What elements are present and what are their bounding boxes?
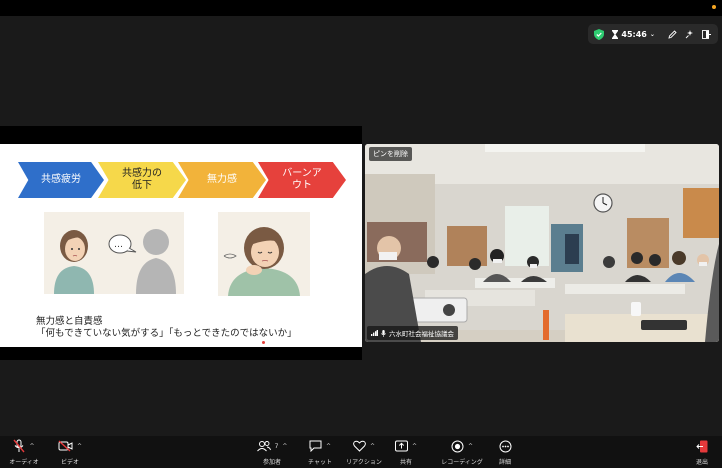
listening-woman-illustration: … (44, 212, 184, 294)
participants-count: 7 (274, 442, 279, 450)
sparkle-icon[interactable] (684, 27, 694, 41)
step-burnout: バーンア ウト (258, 162, 346, 198)
meeting-info-bar: 45:46 ⌄ (588, 24, 718, 44)
recording-label: レコーディング (441, 459, 483, 466)
unpin-button[interactable]: ピンを削除 (369, 147, 412, 161)
mic-muted-icon (13, 439, 26, 453)
signal-icon (371, 330, 378, 336)
step-helplessness: 無力感 (178, 162, 266, 198)
leave-button[interactable]: 退出 (680, 438, 722, 466)
chat-button[interactable]: ^ チャット (298, 438, 342, 466)
reaction-label: リアクション (346, 459, 382, 466)
record-icon (451, 440, 464, 452)
share-options-caret-icon[interactable]: ^ (412, 443, 417, 450)
participant-name: 六水町社会福祉協議会 (389, 330, 454, 338)
participant-name-tag: 六水町社会福祉協議会 (367, 326, 458, 340)
audio-label: オーディオ (9, 459, 39, 466)
step-burnout-label: バーンア ウト (282, 168, 322, 191)
chat-icon (309, 440, 322, 452)
details-button[interactable]: 詳細 (483, 438, 527, 466)
audio-button[interactable]: ^ オーディオ (2, 438, 46, 466)
shield-check-icon[interactable] (594, 27, 605, 41)
camera-off-icon (58, 440, 73, 452)
more-icon (499, 440, 511, 452)
leave-label: 退出 (695, 459, 708, 466)
chat-label: チャット (308, 459, 332, 466)
video-button[interactable]: ^ ビデオ (48, 438, 92, 466)
leave-icon (696, 440, 708, 452)
exhausted-woman-illustration (218, 212, 310, 296)
hourglass-icon (612, 29, 619, 39)
video-options-caret-icon[interactable]: ^ (77, 443, 82, 450)
pointer-dot (262, 341, 265, 344)
reaction-button[interactable]: ^ リアクション (342, 438, 386, 466)
chat-options-caret-icon[interactable]: ^ (326, 443, 331, 450)
share-label: 共有 (399, 459, 412, 466)
exit-panel-icon[interactable] (702, 27, 712, 41)
shared-screen: 共感疲労 共感力の 低下 無力感 バーンア ウト … 無力感と自責感 「何もでき… (0, 126, 362, 360)
mic-icon (381, 329, 386, 337)
participants-options-caret-icon[interactable]: ^ (282, 443, 287, 450)
participants-icon (256, 441, 271, 452)
timer-text: 45:46 (621, 29, 647, 39)
video-frame (365, 144, 719, 342)
reaction-options-caret-icon[interactable]: ^ (370, 443, 375, 450)
share-button[interactable]: ^ 共有 (384, 438, 428, 466)
step-empathy-fatigue: 共感疲労 (18, 162, 104, 198)
details-label: 詳細 (498, 459, 511, 466)
pencil-icon[interactable] (667, 27, 677, 41)
status-dot (712, 5, 716, 9)
slide-caption-quote: 「何もできていない気がする」「もっとできたのではないか」 (36, 328, 297, 339)
chevron-down-icon: ⌄ (649, 30, 655, 38)
recording-options-caret-icon[interactable]: ^ (468, 443, 473, 450)
participants-button[interactable]: 7 ^ 参加者 (250, 438, 294, 466)
step-empathy-decline-label: 共感力の 低下 (122, 168, 162, 191)
audio-options-caret-icon[interactable]: ^ (29, 443, 34, 450)
share-screen-icon (394, 440, 408, 452)
presentation-slide: 共感疲労 共感力の 低下 無力感 バーンア ウト … 無力感と自責感 「何もでき… (0, 144, 362, 347)
step-empathy-decline: 共感力の 低下 (98, 162, 186, 198)
participants-label: 参加者 (262, 459, 281, 466)
video-label: ビデオ (60, 459, 79, 466)
bubble-dots: … (114, 240, 123, 250)
meeting-timer[interactable]: 45:46 ⌄ (612, 29, 655, 39)
heart-icon (353, 440, 366, 452)
recording-button[interactable]: ^ レコーディング (440, 438, 484, 466)
participant-video[interactable]: ピンを削除 六水町社会福祉協議会 (365, 144, 719, 342)
